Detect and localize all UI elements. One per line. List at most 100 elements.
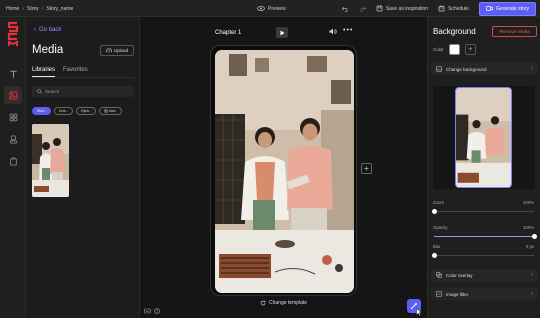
search-icon bbox=[37, 89, 42, 94]
tab-favorites[interactable]: Favorites bbox=[63, 67, 88, 77]
opacity-slider-handle[interactable] bbox=[531, 234, 537, 239]
add-scene-button[interactable]: + bbox=[361, 163, 372, 174]
change-template-button[interactable]: Change template bbox=[260, 300, 307, 306]
change-background-row[interactable]: Change background › bbox=[431, 63, 538, 75]
color-row: Color + bbox=[433, 44, 476, 55]
preview-label: Preview bbox=[268, 5, 286, 12]
overlay-icon bbox=[436, 272, 442, 278]
go-back-link[interactable]: ‹ Go back bbox=[34, 27, 61, 33]
eye-icon bbox=[257, 6, 265, 11]
mouse-cursor-icon bbox=[416, 308, 422, 317]
media-thumbnail[interactable] bbox=[32, 124, 69, 197]
chevron-right-icon: › bbox=[531, 272, 533, 278]
background-photo bbox=[215, 50, 354, 293]
color-overlay-label: Color overlay bbox=[446, 272, 473, 278]
keyboard-icon[interactable] bbox=[144, 308, 151, 314]
chip-instagram-label: Inst.. bbox=[108, 109, 118, 113]
add-color-button[interactable]: + bbox=[464, 44, 476, 55]
generate-story-button[interactable]: Generate story bbox=[478, 1, 536, 16]
opacity-slider-fill bbox=[434, 236, 534, 237]
breadcrumb-home[interactable]: Home bbox=[6, 6, 19, 12]
preview-photo bbox=[456, 88, 511, 187]
photo-two-people bbox=[32, 124, 69, 197]
volume-icon[interactable] bbox=[329, 28, 337, 35]
background-preview bbox=[433, 86, 535, 189]
zoom-slider[interactable] bbox=[431, 209, 534, 214]
preview-button[interactable]: Preview bbox=[257, 0, 286, 17]
upload-label: Upload bbox=[113, 48, 129, 53]
library-filter-chips: Stor.. Uns.. Giph.. Inst.. bbox=[32, 107, 123, 115]
chip-storyblocks[interactable]: Stor.. bbox=[32, 107, 51, 115]
story-frame bbox=[210, 45, 357, 296]
change-template-label: Change template bbox=[269, 300, 308, 306]
canvas-area: Chapter 1 ••• + Change template bbox=[140, 17, 427, 318]
chip-unsplash[interactable]: Uns.. bbox=[53, 107, 73, 115]
background-preview-image[interactable] bbox=[455, 87, 512, 188]
blur-slider[interactable] bbox=[431, 253, 534, 258]
more-options-icon[interactable]: ••• bbox=[343, 27, 353, 34]
schedule-button[interactable]: Schedule bbox=[438, 5, 469, 12]
upload-button[interactable]: Upload bbox=[100, 45, 134, 56]
blur-label: Blur bbox=[433, 244, 441, 249]
opacity-slider[interactable] bbox=[434, 234, 537, 239]
breadcrumb-story[interactable]: Story bbox=[27, 6, 39, 12]
blur-slider-handle[interactable] bbox=[431, 253, 437, 258]
uploads-tool-button[interactable] bbox=[4, 130, 22, 148]
calendar-icon bbox=[438, 5, 445, 12]
media-tabs: Libraries Favorites bbox=[32, 67, 88, 77]
zoom-slider-handle[interactable] bbox=[431, 209, 437, 214]
plus-icon: + bbox=[468, 46, 473, 53]
instagram-icon bbox=[104, 109, 108, 113]
media-panel: ‹ Go back Media Upload Libraries Favorit… bbox=[26, 17, 140, 318]
search-input[interactable]: Search bbox=[32, 86, 134, 97]
left-rail bbox=[0, 17, 26, 318]
chevron-right-icon: › bbox=[41, 5, 44, 12]
image-filter-label: Image filter bbox=[446, 291, 469, 297]
generate-story-label: Generate story bbox=[495, 5, 529, 12]
chapter-title[interactable]: Chapter 1 bbox=[215, 30, 241, 36]
tab-libraries[interactable]: Libraries bbox=[32, 67, 56, 77]
opacity-label: Opacity bbox=[433, 225, 448, 230]
redo-icon[interactable] bbox=[359, 6, 366, 12]
chevron-right-icon: › bbox=[531, 291, 533, 297]
brand-tool-button[interactable] bbox=[4, 152, 22, 170]
breadcrumb-story-name[interactable]: Story_name bbox=[46, 6, 73, 12]
color-swatch[interactable] bbox=[448, 44, 460, 55]
text-icon bbox=[9, 70, 17, 78]
chip-instagram[interactable]: Inst.. bbox=[98, 107, 123, 115]
opacity-value: 100% bbox=[523, 225, 534, 230]
story-canvas[interactable] bbox=[215, 50, 354, 293]
chevron-right-icon: › bbox=[531, 66, 533, 72]
save-inspiration-label: Save as inspiration bbox=[385, 5, 429, 12]
image-filter-row[interactable]: Image filter › bbox=[431, 288, 538, 300]
color-overlay-row[interactable]: Color overlay › bbox=[431, 269, 538, 281]
chevron-right-icon: › bbox=[22, 5, 25, 12]
play-button[interactable] bbox=[276, 27, 288, 38]
image-icon bbox=[436, 66, 442, 72]
brand-logo bbox=[7, 21, 19, 46]
tabs-divider bbox=[32, 77, 134, 78]
change-background-label: Change background bbox=[446, 66, 487, 72]
save-inspiration-button[interactable]: Save as inspiration bbox=[376, 5, 428, 12]
plus-icon: + bbox=[364, 164, 369, 173]
remove-media-button[interactable]: Remove media bbox=[492, 26, 537, 37]
play-icon bbox=[280, 30, 284, 35]
cloud-upload-icon bbox=[105, 48, 112, 53]
filter-icon bbox=[436, 291, 442, 297]
search-placeholder: Search bbox=[45, 89, 60, 94]
undo-icon[interactable] bbox=[341, 6, 349, 12]
brand-icon bbox=[9, 157, 17, 165]
help-icon[interactable] bbox=[154, 308, 160, 314]
uploads-icon bbox=[9, 135, 17, 143]
schedule-label: Schedule bbox=[448, 5, 469, 12]
refresh-icon bbox=[260, 300, 266, 306]
elements-icon bbox=[9, 113, 17, 121]
background-panel: Background Remove media Color + Change b… bbox=[427, 17, 540, 318]
panel-title: Background bbox=[433, 27, 476, 36]
blur-value: 0 px bbox=[525, 244, 534, 249]
elements-tool-button[interactable] bbox=[4, 108, 22, 126]
chip-giphy[interactable]: Giph.. bbox=[75, 107, 96, 115]
canvas-footer-icons bbox=[144, 308, 160, 314]
text-tool-button[interactable] bbox=[4, 65, 22, 83]
media-tool-button[interactable] bbox=[4, 86, 22, 104]
